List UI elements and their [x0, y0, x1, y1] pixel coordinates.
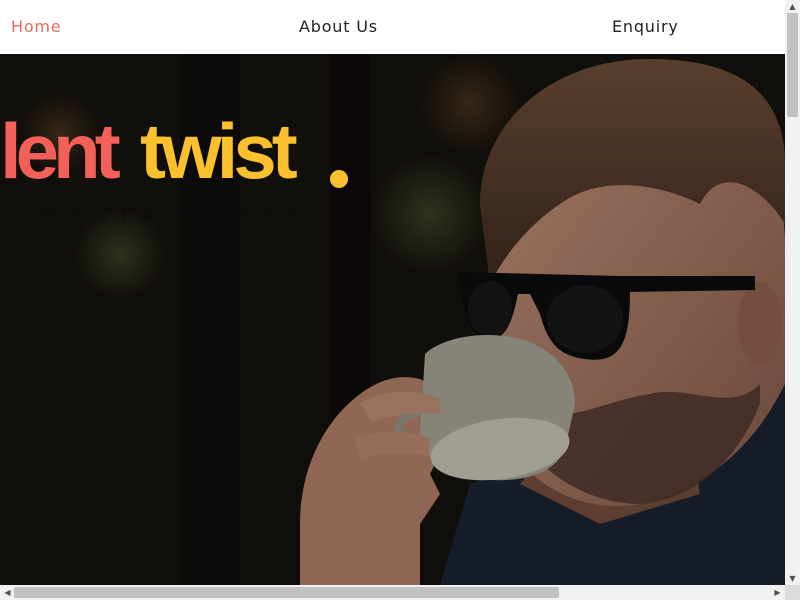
vertical-scrollbar[interactable]: ▲ ▼ [785, 0, 800, 585]
scroll-right-arrow-icon[interactable]: ▶ [770, 586, 785, 599]
horizontal-scrollbar[interactable]: ◀ ▶ [0, 585, 785, 600]
nav-home-link[interactable]: Home [11, 17, 61, 36]
logo-word-talent: lent [0, 107, 121, 195]
nav-enquiry-link[interactable]: Enquiry [612, 17, 679, 36]
logo-word-twist: twist [140, 107, 298, 195]
scroll-down-arrow-icon[interactable]: ▼ [785, 572, 800, 585]
scrollbar-corner [785, 585, 800, 600]
page-viewport: Home About Us Enquiry lent twist Recruit… [0, 0, 785, 585]
vertical-scroll-thumb[interactable] [787, 13, 798, 117]
horizontal-scroll-thumb[interactable] [14, 587, 559, 598]
logo-tagline: Recruitment [42, 202, 310, 224]
nav-about-us-link[interactable]: About Us [299, 17, 378, 36]
scroll-left-arrow-icon[interactable]: ◀ [0, 586, 15, 599]
top-navigation: Home About Us Enquiry [0, 0, 785, 54]
logo-dot [330, 170, 348, 188]
scroll-up-arrow-icon[interactable]: ▲ [785, 0, 800, 13]
